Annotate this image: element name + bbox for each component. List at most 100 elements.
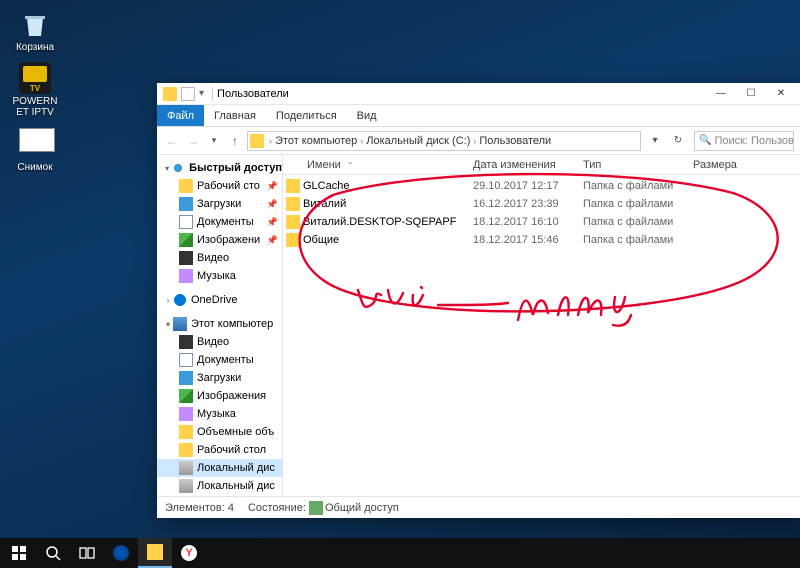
folder-icon: [286, 215, 300, 229]
onedrive-icon: [173, 293, 187, 307]
file-row[interactable]: Общие18.12.2017 15:46Папка с файлами: [283, 231, 800, 249]
column-header-size[interactable]: Размера: [693, 159, 763, 171]
folder-icon: [250, 134, 264, 148]
close-button[interactable]: ✕: [766, 83, 796, 105]
pin-icon: 📌: [267, 217, 278, 228]
file-row[interactable]: Виталий.DESKTOP-SQEPAPF18.12.2017 16:10П…: [283, 213, 800, 231]
column-header-type[interactable]: Тип: [583, 159, 693, 171]
file-row[interactable]: Виталий16.12.2017 23:39Папка с файлами: [283, 195, 800, 213]
taskbar-app-yandex[interactable]: Y: [172, 538, 206, 568]
recycle-bin-icon: [19, 8, 51, 40]
window-titlebar[interactable]: ▾ Пользователи — ☐ ✕: [157, 83, 800, 105]
drive-icon: [179, 479, 193, 493]
taskbar: Y: [0, 538, 800, 568]
desktop-icon-screenshot[interactable]: Снимок: [10, 128, 60, 173]
address-bar-row: ← → ▾ ↑ › Этот компьютер › Локальный дис…: [157, 127, 800, 155]
drive-icon: [179, 461, 193, 475]
status-state: Состояние: Общий доступ: [248, 501, 399, 515]
taskbar-app-explorer[interactable]: [138, 538, 172, 568]
column-header-date[interactable]: Дата изменения: [473, 159, 583, 171]
nav-forward-button[interactable]: →: [184, 132, 202, 150]
sort-asc-icon: ⌃: [347, 161, 354, 170]
status-bar: Элементов: 4 Состояние: Общий доступ: [157, 496, 800, 518]
nav-pc-local-disk-c[interactable]: Локальный дис: [157, 459, 282, 477]
taskbar-app-edge[interactable]: [104, 538, 138, 568]
nav-pc-videos[interactable]: Видео: [157, 333, 282, 351]
star-icon: [171, 161, 185, 175]
desktop-icon-powernet-iptv[interactable]: POWERNET IPTV: [10, 62, 60, 118]
column-header-name[interactable]: Имени⌃: [303, 159, 473, 171]
nav-item-desktop[interactable]: Рабочий сто📌: [157, 177, 282, 195]
qat-dropdown-icon[interactable]: ▾: [199, 88, 204, 99]
nav-pc-documents[interactable]: Документы: [157, 351, 282, 369]
qat-icon[interactable]: [181, 87, 195, 101]
maximize-button[interactable]: ☐: [736, 83, 766, 105]
pictures-icon: [179, 233, 193, 247]
desktop-icon-label: Корзина: [10, 42, 60, 53]
breadcrumb-folder[interactable]: Пользователи: [477, 135, 553, 147]
file-row[interactable]: GLCache29.10.2017 12:17Папка с файлами: [283, 177, 800, 195]
nav-item-downloads[interactable]: Загрузки📌: [157, 195, 282, 213]
address-dropdown-button[interactable]: ▾: [646, 132, 664, 150]
ribbon-tab-share[interactable]: Поделиться: [266, 105, 347, 126]
column-headers: Имени⌃ Дата изменения Тип Размера: [283, 155, 800, 175]
start-button[interactable]: [2, 538, 36, 568]
file-explorer-icon: [147, 544, 163, 560]
ribbon-tabs: Файл Главная Поделиться Вид: [157, 105, 800, 127]
search-placeholder: Поиск: Пользова: [714, 135, 794, 147]
music-icon: [179, 407, 193, 421]
nav-pc-downloads[interactable]: Загрузки: [157, 369, 282, 387]
pin-icon: 📌: [267, 199, 278, 210]
videos-icon: [179, 251, 193, 265]
nav-item-music[interactable]: Музыка: [157, 267, 282, 285]
nav-back-button[interactable]: ←: [163, 132, 181, 150]
task-view-button[interactable]: [70, 538, 104, 568]
pictures-icon: [179, 389, 193, 403]
nav-onedrive[interactable]: ›OneDrive: [157, 291, 282, 309]
nav-quick-access[interactable]: ▾Быстрый доступ: [157, 159, 282, 177]
sharing-icon: [309, 501, 323, 515]
desktop-icon: [179, 179, 193, 193]
downloads-icon: [179, 371, 193, 385]
status-item-count: Элементов: 4: [165, 502, 234, 514]
folder-icon: [286, 179, 300, 193]
nav-this-pc[interactable]: ▾Этот компьютер: [157, 315, 282, 333]
folder-icon: [179, 425, 193, 439]
search-icon: 🔍: [699, 135, 711, 146]
file-list: GLCache29.10.2017 12:17Папка с файлами В…: [283, 175, 800, 251]
address-bar[interactable]: › Этот компьютер › Локальный диск (C:) ›…: [247, 131, 641, 151]
desktop-icon-label: POWERNET IPTV: [10, 96, 60, 118]
ribbon-tab-file[interactable]: Файл: [157, 105, 204, 126]
desktop-icon-recycle-bin[interactable]: Корзина: [10, 8, 60, 53]
file-explorer-window: ▾ Пользователи — ☐ ✕ Файл Главная Подели…: [157, 83, 800, 518]
nav-pc-local-disk-d[interactable]: Локальный дис: [157, 477, 282, 495]
breadcrumb-drive[interactable]: Локальный диск (C:): [364, 135, 472, 147]
edge-icon: [113, 545, 129, 561]
nav-pc-desktop[interactable]: Рабочий стол: [157, 441, 282, 459]
refresh-button[interactable]: ↻: [669, 132, 687, 150]
navigation-pane: ▾Быстрый доступ Рабочий сто📌 Загрузки📌 Д…: [157, 155, 283, 496]
nav-item-pictures[interactable]: Изображени📌: [157, 231, 282, 249]
nav-item-documents[interactable]: Документы📌: [157, 213, 282, 231]
nav-pc-music[interactable]: Музыка: [157, 405, 282, 423]
nav-pc-3dobjects[interactable]: Объемные объ: [157, 423, 282, 441]
folder-icon: [286, 197, 300, 211]
minimize-button[interactable]: —: [706, 83, 736, 105]
ribbon-tab-home[interactable]: Главная: [204, 105, 266, 126]
nav-item-videos[interactable]: Видео: [157, 249, 282, 267]
music-icon: [179, 269, 193, 283]
ribbon-tab-view[interactable]: Вид: [347, 105, 387, 126]
file-list-pane: Имени⌃ Дата изменения Тип Размера GLCach…: [283, 155, 800, 496]
desktop-icon-label: Снимок: [10, 162, 60, 173]
nav-up-button[interactable]: ↑: [226, 132, 244, 150]
breadcrumb-this-pc[interactable]: Этот компьютер: [273, 135, 359, 147]
this-pc-icon: [173, 317, 187, 331]
folder-icon: [286, 233, 300, 247]
nav-history-dropdown[interactable]: ▾: [205, 132, 223, 150]
search-button[interactable]: [36, 538, 70, 568]
documents-icon: [179, 353, 193, 367]
search-input[interactable]: 🔍Поиск: Пользова: [694, 131, 794, 151]
pin-icon: 📌: [267, 181, 278, 192]
nav-pc-pictures[interactable]: Изображения: [157, 387, 282, 405]
desktop-icon: [179, 443, 193, 457]
